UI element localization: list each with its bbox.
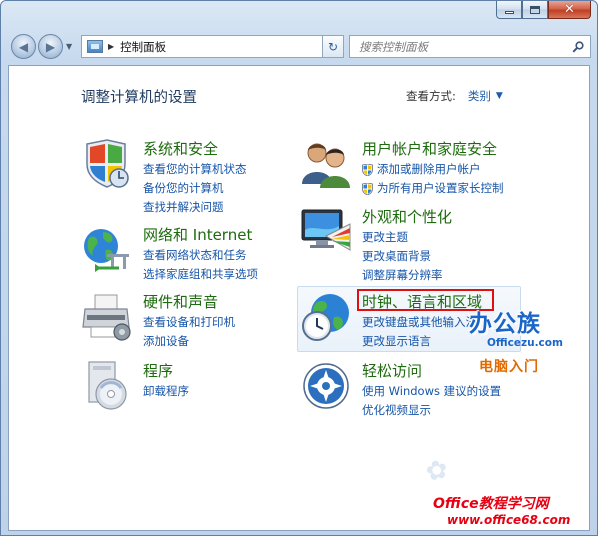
back-arrow-icon: ◀ [18,39,29,54]
refresh-button[interactable]: ↻ [322,35,344,58]
category-programs[interactable]: 程序 卸载程序 [81,360,281,416]
category-links: 更改主题 更改桌面背景 调整屏幕分辨率 [362,228,443,285]
watermark-site-url: www.office68.com [447,513,571,527]
link-add-device[interactable]: 添加设备 [143,332,235,351]
link-change-background[interactable]: 更改桌面背景 [362,247,443,266]
watermark-logo-tag: 电脑入门 [479,359,539,375]
category-links: 卸载程序 [143,382,189,401]
category-title[interactable]: 用户帐户和家庭安全 [362,138,497,159]
category-links: 更改键盘或其他输入法 更改显示语言 [362,313,477,351]
back-button[interactable]: ◀ [11,34,36,59]
link-find-fix-problems[interactable]: 查找并解决问题 [143,198,247,217]
maximize-icon [530,5,540,14]
programs-disc-icon [88,361,127,410]
control-panel-icon [87,40,103,53]
watermark-site-title: Office教程学习网 [433,496,549,512]
close-icon: ✕ [564,2,575,17]
link-devices-printers[interactable]: 查看设备和打印机 [143,313,235,332]
category-title[interactable]: 外观和个性化 [362,206,452,227]
link-screen-resolution[interactable]: 调整屏幕分辨率 [362,266,443,285]
watermark-logo-main: 办公族 [469,311,541,337]
main-content: 调整计算机的设置 查看方式: 类别 ▼ 系统和安全 查看您的计算机状态 备份您的… [8,65,590,531]
forward-arrow-icon: ▶ [45,39,56,54]
category-system-security[interactable]: 系统和安全 查看您的计算机状态 备份您的计算机 查找并解决问题 [81,138,281,214]
link-change-input-method[interactable]: 更改键盘或其他输入法 [362,313,477,332]
caption-buttons: ✕ [496,1,591,19]
officezu-watermark-logo: 办公族 Officezu.com 电脑入门 [469,304,579,375]
link-change-display-language[interactable]: 更改显示语言 [362,332,477,351]
monitor-palette-icon [301,209,351,251]
category-links: 查看设备和打印机 添加设备 [143,313,235,351]
category-title[interactable]: 轻松访问 [362,360,422,381]
category-title[interactable]: 程序 [143,360,173,381]
link-view-computer-status[interactable]: 查看您的计算机状态 [143,160,247,179]
control-panel-window: ✕ ◀ ▶ ▼ ▶ 控制面板 ▼ ↻ 搜索控制面板 调整计算机的设置 查看方式:… [0,0,598,536]
link-change-theme[interactable]: 更改主题 [362,228,443,247]
link-backup-computer[interactable]: 备份您的计算机 [143,179,247,198]
category-network-internet[interactable]: 网络和 Internet 查看网络状态和任务 选择家庭组和共享选项 [81,224,291,281]
view-by-selector[interactable]: 查看方式: 类别 ▼ [406,88,503,104]
breadcrumb-control-panel[interactable]: 控制面板 [120,39,166,55]
category-hardware-sound[interactable]: 硬件和声音 查看设备和打印机 添加设备 [81,291,281,351]
link-add-remove-accounts[interactable]: 添加或删除用户帐户 [362,160,504,179]
view-by-label: 查看方式: [406,89,456,103]
uac-shield-icon [362,182,373,195]
category-title[interactable]: 硬件和声音 [143,291,218,312]
shield-system-icon [86,139,129,188]
close-button[interactable]: ✕ [548,1,591,19]
category-appearance[interactable]: 外观和个性化 更改主题 更改桌面背景 调整屏幕分辨率 [300,206,520,282]
link-label[interactable]: 添加或删除用户帐户 [377,160,481,179]
breadcrumb-separator-icon[interactable]: ▶ [108,42,114,51]
minimize-button[interactable] [496,1,522,19]
link-recommended-settings[interactable]: 使用 Windows 建议的设置 [362,382,501,401]
category-links: 查看网络状态和任务 选择家庭组和共享选项 [143,246,258,284]
page-title: 调整计算机的设置 [81,90,197,106]
search-box[interactable]: 搜索控制面板 [349,35,591,58]
view-by-value[interactable]: 类别 [468,88,491,104]
maximize-button[interactable] [522,1,548,19]
category-links: 添加或删除用户帐户 为所有用户设置家长控制 [362,160,504,198]
category-title[interactable]: 网络和 Internet [143,224,252,245]
recent-pages-dropdown[interactable]: ▼ [66,42,72,51]
category-title[interactable]: 系统和安全 [143,138,218,159]
printer-icon [82,294,131,341]
link-optimize-visual-display[interactable]: 优化视频显示 [362,401,501,420]
category-user-accounts[interactable]: 用户帐户和家庭安全 添加或删除用户帐户 为所有用户设置家长控制 [300,138,520,204]
watermark-logo-sub: Officezu.com [487,337,563,349]
link-homegroup-sharing[interactable]: 选择家庭组和共享选项 [143,265,258,284]
ease-of-access-icon [303,363,349,409]
office68-watermark: Office教程学习网 www.office68.com [433,493,593,533]
minimize-icon [504,11,514,14]
address-bar[interactable]: ▶ 控制面板 ▼ [81,35,343,58]
category-links: 查看您的计算机状态 备份您的计算机 查找并解决问题 [143,160,247,217]
link-parental-controls[interactable]: 为所有用户设置家长控制 [362,179,504,198]
category-links: 使用 Windows 建议的设置 优化视频显示 [362,382,501,420]
link-network-status-tasks[interactable]: 查看网络状态和任务 [143,246,258,265]
users-icon [302,143,350,188]
clock-globe-icon [302,294,349,341]
chevron-down-icon[interactable]: ▼ [496,91,503,101]
uac-shield-icon [362,163,373,176]
forward-button[interactable]: ▶ [38,34,63,59]
network-globe-icon [84,229,129,272]
search-icon[interactable] [572,41,584,53]
search-input[interactable]: 搜索控制面板 [359,39,428,55]
refresh-icon: ↻ [327,39,339,54]
link-uninstall-program[interactable]: 卸载程序 [143,382,189,401]
navigation-bar: ◀ ▶ ▼ ▶ 控制面板 ▼ ↻ 搜索控制面板 [9,34,591,60]
link-label[interactable]: 为所有用户设置家长控制 [377,179,504,198]
